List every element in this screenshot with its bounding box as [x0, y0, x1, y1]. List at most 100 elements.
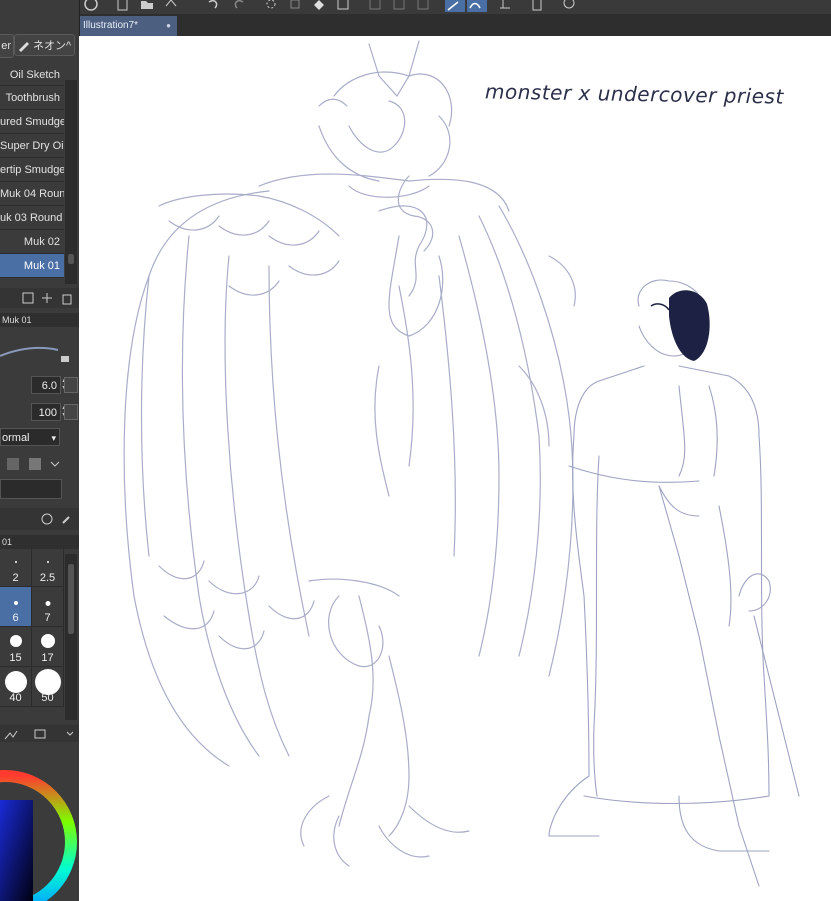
subtool-group-tab-neon[interactable]: ネオン^: [14, 34, 75, 56]
brush-group-icon: [17, 38, 31, 55]
brush-label: Muk 04 Round: [0, 188, 64, 200]
clear-icon[interactable]: [287, 0, 303, 12]
size-label: 40: [9, 692, 22, 704]
size-label: 2.5: [39, 572, 56, 584]
transform-icon[interactable]: [335, 0, 351, 12]
subtool-group-tab-left-label: er: [1, 40, 11, 52]
list-item[interactable]: Oil Sketch: [0, 68, 64, 86]
subtool-group-tab-left[interactable]: er: [0, 34, 14, 58]
document-tab[interactable]: Illustration7* ●: [79, 16, 177, 36]
opacity-row: 100 ▲▼: [0, 400, 79, 424]
size-cell[interactable]: 2: [0, 547, 32, 587]
subtool-group-tab-neon-label: ネオン^: [33, 40, 72, 52]
left-sidebar: er ネオン^ Oil Sketch Toothbrush ured Smudg…: [0, 0, 80, 901]
color-panel-tabs: [0, 725, 79, 742]
size-dot: [40, 634, 55, 648]
copy-subtool-icon[interactable]: [21, 291, 35, 305]
brush-label: Oil Sketch: [9, 69, 60, 81]
brush-size-palette-title-text: 01: [2, 537, 13, 547]
priest-face-line: [650, 303, 670, 311]
size-cell[interactable]: 7: [32, 587, 64, 627]
list-item[interactable]: uk 03 Round: [0, 206, 64, 230]
blend-mode-select[interactable]: ormal ▾: [0, 428, 60, 446]
brush-label: ertip Smudge: [0, 164, 64, 176]
command-bar: [79, 0, 831, 15]
loading-icon[interactable]: [263, 0, 279, 12]
swatch-row: [0, 476, 79, 500]
subtool-group-header: er ネオン^: [0, 32, 79, 58]
invert-selection-icon[interactable]: [391, 0, 407, 12]
tool-property-title: Muk 01: [0, 313, 79, 327]
brush-size-field[interactable]: 6.0: [31, 376, 61, 394]
tab-modified-dot-icon[interactable]: ●: [166, 16, 171, 36]
opacity-dynamics-button[interactable]: [64, 404, 78, 420]
size-cell[interactable]: 50: [32, 667, 64, 707]
paper-icon[interactable]: [28, 457, 42, 471]
size-palette-scrollbar[interactable]: [65, 554, 77, 720]
stroke-preview-graphic: [0, 347, 59, 357]
color-wheel-panel: [0, 742, 79, 901]
feedback-icon[interactable]: [561, 0, 577, 12]
redo-icon[interactable]: [231, 0, 247, 12]
open-folder-icon[interactable]: [139, 0, 155, 12]
size-dot: [4, 671, 27, 693]
drawing-canvas[interactable]: monster x undercover priest: [79, 36, 831, 901]
color-wheel-tab-icon[interactable]: [4, 727, 18, 741]
size-cell[interactable]: 15: [0, 627, 32, 667]
list-item[interactable]: Super Dry Oil: [0, 134, 64, 158]
size-cell[interactable]: 40: [0, 667, 32, 707]
add-subtool-icon[interactable]: [40, 291, 54, 305]
undo-icon[interactable]: [205, 0, 221, 12]
swatch-bar[interactable]: [0, 479, 62, 499]
brush-label: uk 03 Round: [0, 212, 63, 224]
size-cell-selected[interactable]: 6: [0, 587, 32, 627]
app-logo-icon[interactable]: [83, 0, 99, 12]
list-item[interactable]: Toothbrush: [0, 86, 64, 110]
wrench-icon[interactable]: [60, 512, 74, 526]
stroke-preview: [0, 338, 79, 364]
size-label: 2: [12, 572, 19, 584]
save-icon[interactable]: [163, 0, 179, 12]
new-file-icon[interactable]: [115, 0, 131, 12]
settings-icon[interactable]: [40, 512, 54, 526]
fill-icon[interactable]: [311, 0, 327, 12]
list-item[interactable]: ured Smudge: [0, 110, 64, 134]
size-dot: [45, 601, 50, 606]
color-wheel[interactable]: [0, 742, 79, 901]
color-set-tab-icon[interactable]: [33, 727, 47, 741]
deselect-icon[interactable]: [367, 0, 383, 12]
brush-label: Toothbrush: [5, 92, 60, 104]
brush-size-dynamics-button[interactable]: [64, 377, 78, 393]
opacity-field[interactable]: 100: [31, 403, 61, 421]
list-item[interactable]: ertip Smudge: [0, 158, 64, 182]
trash-icon[interactable]: [60, 291, 74, 305]
device-icon[interactable]: [529, 0, 545, 12]
list-item[interactable]: Muk 02: [0, 230, 64, 254]
list-item[interactable]: Muk 04 Round: [0, 182, 64, 206]
scroll-thumb[interactable]: [68, 564, 74, 634]
monster-sketch: [123, 40, 576, 867]
color-panel-menu-icon[interactable]: [63, 727, 77, 741]
blend-mode-row: ormal ▾: [0, 428, 79, 452]
list-item-selected[interactable]: Muk 01: [0, 254, 64, 278]
document-tab-title: Illustration7*: [83, 20, 139, 31]
size-cell[interactable]: 2.5: [32, 547, 64, 587]
document-tab-bar: Illustration7* ●: [79, 14, 831, 36]
lock-icon[interactable]: [58, 350, 72, 364]
blend-mode-value: ormal: [2, 432, 30, 444]
brush-list-scrollbar[interactable]: [65, 80, 77, 284]
snap-ruler-icon[interactable]: [445, 0, 465, 12]
snap-special-ruler-icon[interactable]: [467, 0, 487, 12]
size-cell[interactable]: 17: [32, 627, 64, 667]
size-dot: [13, 601, 18, 605]
snap-grid-icon[interactable]: [497, 0, 513, 12]
size-label: 15: [9, 652, 22, 664]
size-dot: [46, 561, 49, 563]
size-label: 50: [41, 692, 54, 704]
crop-icon[interactable]: [415, 0, 431, 12]
size-label: 6: [12, 612, 19, 624]
texture-icon[interactable]: [6, 457, 20, 471]
tool-property-title-text: Muk 01: [2, 315, 32, 325]
chevron-down-icon[interactable]: [48, 457, 62, 471]
scroll-thumb[interactable]: [68, 254, 74, 264]
